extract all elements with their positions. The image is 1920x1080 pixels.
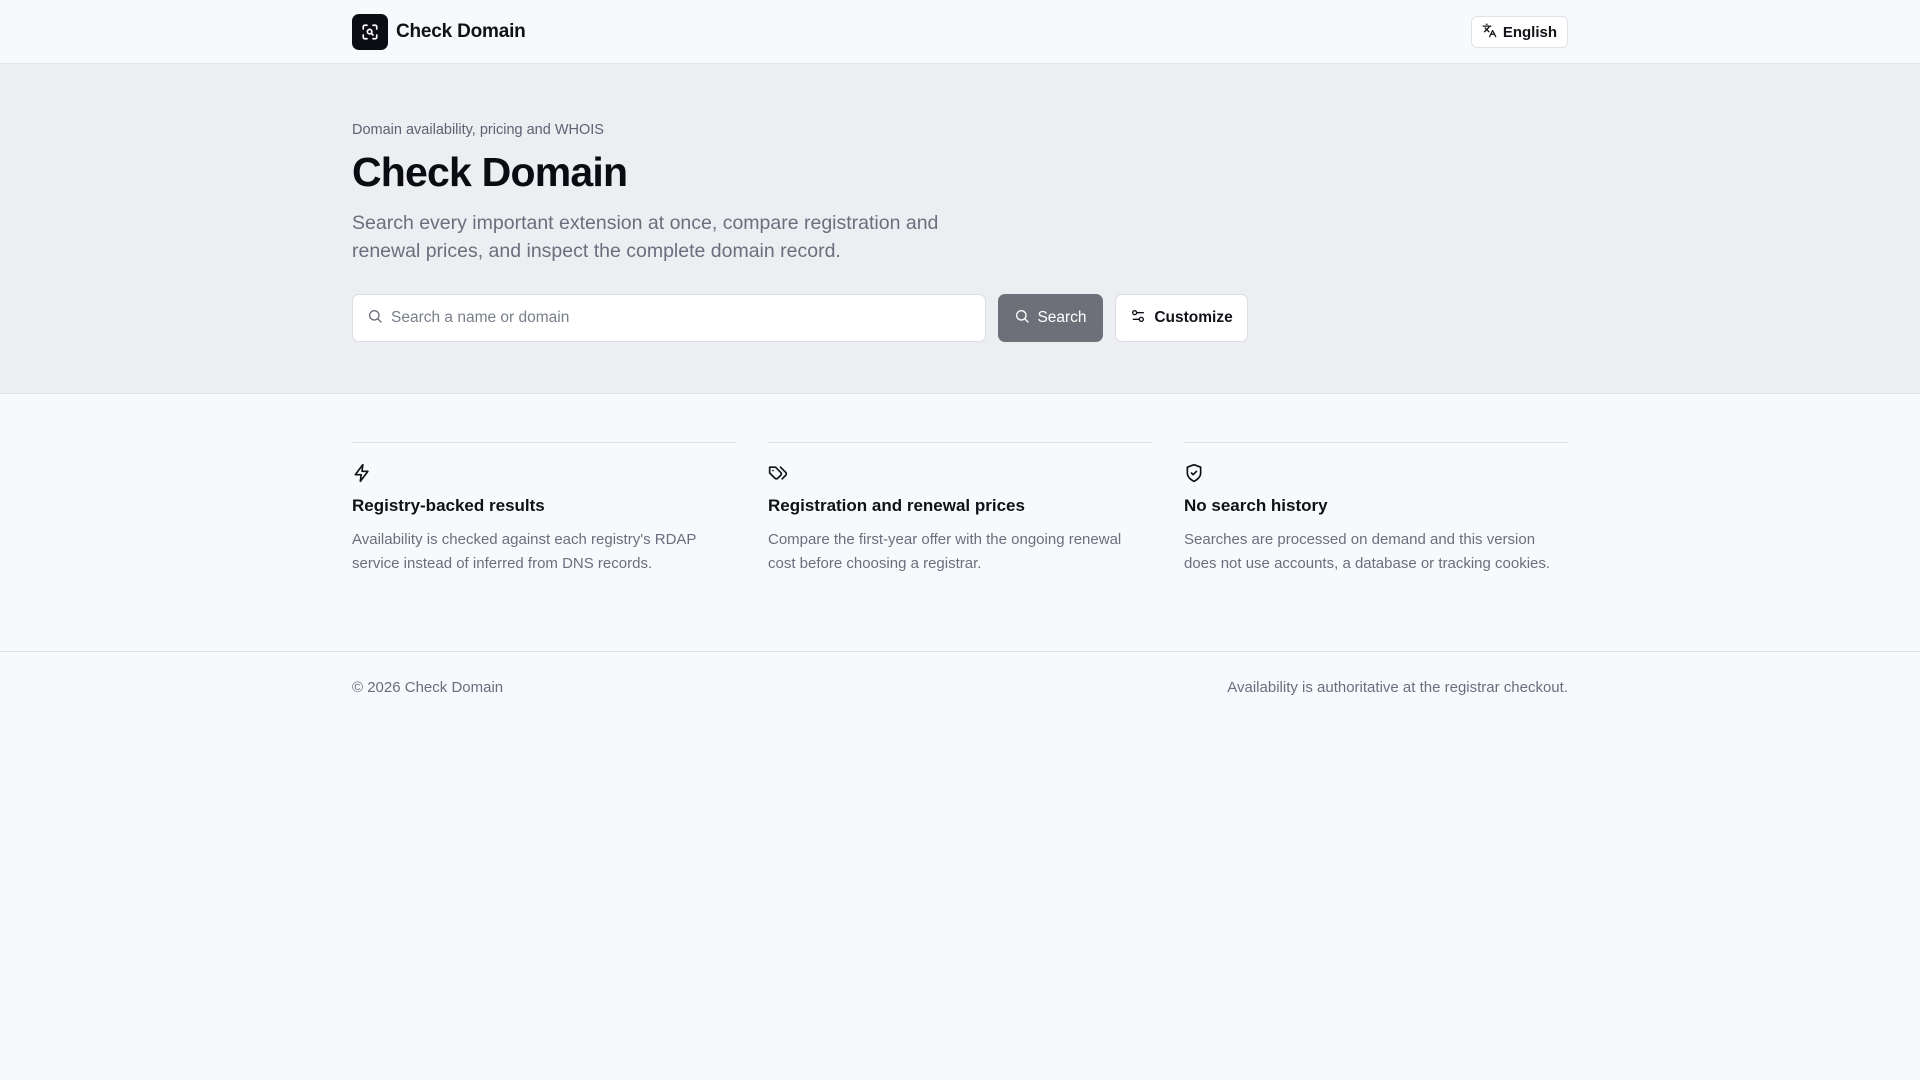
- features-section: Registry-backed results Availability is …: [0, 394, 1920, 651]
- search-row: Search Customize: [352, 294, 1568, 343]
- feature-card: Registry-backed results Availability is …: [352, 442, 736, 651]
- search-button-icon: [1014, 308, 1030, 329]
- feature-description: Searches are processed on demand and thi…: [1184, 531, 1551, 572]
- hero-eyebrow: Domain availability, pricing and WHOIS: [352, 122, 604, 138]
- search-icon: [367, 308, 383, 329]
- hero-subtitle: Search every important extension at once…: [352, 212, 939, 263]
- scan-search-icon: [352, 14, 388, 50]
- feature-description: Availability is checked against each reg…: [352, 531, 697, 572]
- hero-section: Domain availability, pricing and WHOIS C…: [0, 64, 1920, 394]
- lightning-icon: [352, 463, 736, 485]
- language-label: English: [1502, 23, 1557, 41]
- search-field[interactable]: [352, 294, 986, 343]
- footer-note: Availability is authoritative at the reg…: [1227, 678, 1568, 696]
- translate-icon: [1482, 23, 1497, 42]
- footer-copyright: © 2026 Check Domain: [352, 678, 504, 696]
- feature-title: Registry-backed results: [352, 496, 545, 515]
- search-button-label: Search: [1037, 309, 1087, 327]
- tag-icon: [768, 463, 1152, 485]
- customize-button-label: Customize: [1154, 309, 1233, 327]
- site-footer: © 2026 Check Domain Availability is auth…: [0, 651, 1920, 722]
- feature-title: Registration and renewal prices: [768, 496, 1025, 515]
- shield-check-icon: [1184, 463, 1568, 485]
- search-input[interactable]: [391, 309, 971, 328]
- feature-title: No search history: [1184, 496, 1328, 515]
- feature-card: No search history Searches are processed…: [1184, 442, 1568, 651]
- customize-button[interactable]: Customize: [1115, 294, 1248, 343]
- brand-link[interactable]: Check Domain: [352, 14, 526, 50]
- brand-name: Check Domain: [396, 21, 526, 42]
- sliders-icon: [1130, 308, 1146, 329]
- page-title: Check Domain: [352, 149, 628, 195]
- feature-card: Registration and renewal prices Compare …: [768, 442, 1152, 651]
- site-header: Check Domain English: [0, 0, 1920, 64]
- language-button[interactable]: English: [1470, 16, 1568, 48]
- search-button[interactable]: Search: [998, 294, 1103, 343]
- feature-description: Compare the first-year offer with the on…: [768, 531, 1122, 572]
